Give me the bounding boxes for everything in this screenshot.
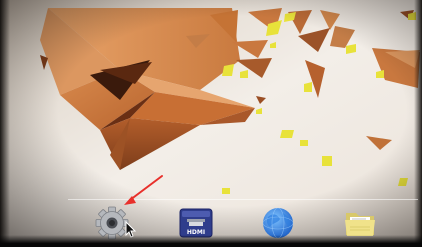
screen-bezel-right: [414, 0, 422, 247]
tv-home-screen: HDMI: [0, 0, 422, 247]
screen-bezel-bottom: [0, 235, 422, 247]
screen-bezel-left: [0, 0, 10, 247]
dock-divider: [68, 199, 418, 200]
